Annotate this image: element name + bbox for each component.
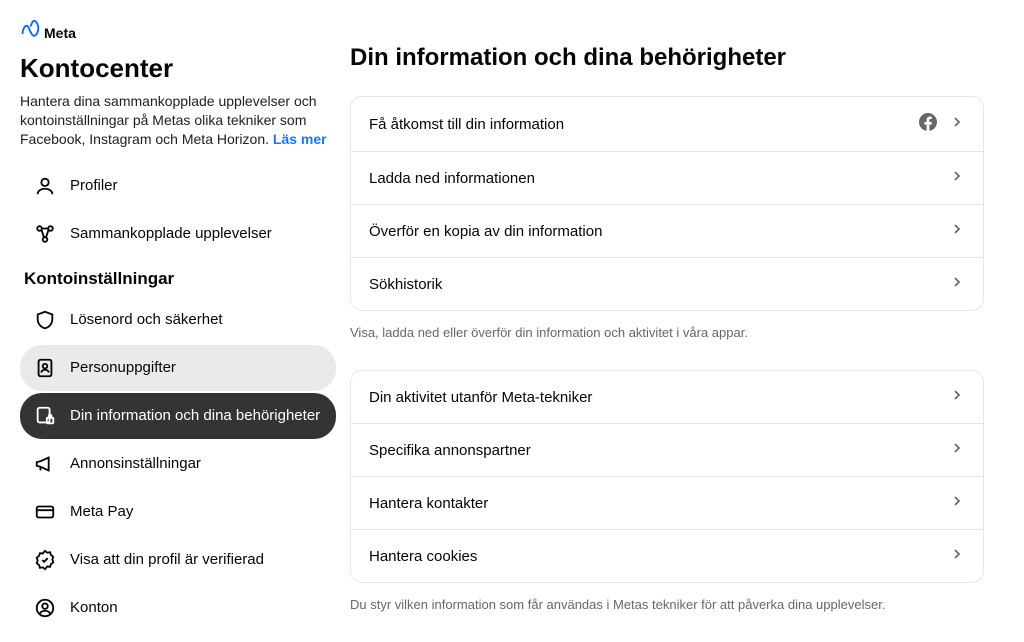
chevron-right-icon <box>949 221 965 241</box>
sidebar-section-account-settings: Kontoinställningar <box>20 259 336 297</box>
chevron-right-icon <box>949 168 965 188</box>
sidebar-item-personal-details[interactable]: Personuppgifter <box>20 345 336 391</box>
connected-icon <box>34 223 56 245</box>
chevron-right-icon <box>949 493 965 513</box>
row-manage-cookies[interactable]: Hantera cookies <box>351 530 983 582</box>
sidebar-item-label: Konton <box>70 599 118 616</box>
row-label: Få åtkomst till din information <box>369 116 564 133</box>
person-circle-icon <box>34 597 56 619</box>
main-content: Din information och dina behörigheter Få… <box>350 0 1024 635</box>
sidebar-title: Kontocenter <box>20 53 336 84</box>
card-activity-control: Din aktivitet utanför Meta-tekniker Spec… <box>350 370 984 583</box>
shield-icon <box>34 309 56 331</box>
row-access-your-information[interactable]: Få åtkomst till din information <box>351 97 983 152</box>
page-title: Din information och dina behörigheter <box>350 44 984 72</box>
sidebar-item-profiles[interactable]: Profiler <box>20 163 336 209</box>
caption-activity-control: Du styr vilken information som får använ… <box>350 583 984 642</box>
row-specific-ad-partners[interactable]: Specifika annonspartner <box>351 424 983 477</box>
chevron-right-icon <box>949 274 965 294</box>
sidebar-item-label: Lösenord och säkerhet <box>70 311 223 328</box>
sidebar-item-connected-experiences[interactable]: Sammankopplade upplevelser <box>20 211 336 257</box>
row-manage-contacts[interactable]: Hantera kontakter <box>351 477 983 530</box>
sidebar-item-label: Personuppgifter <box>70 359 176 376</box>
row-label: Hantera kontakter <box>369 495 488 512</box>
sidebar-item-label: Profiler <box>70 177 118 194</box>
row-label: Sökhistorik <box>369 276 442 293</box>
row-label: Ladda ned informationen <box>369 170 535 187</box>
row-download-information[interactable]: Ladda ned informationen <box>351 152 983 205</box>
chevron-right-icon <box>949 440 965 460</box>
person-icon <box>34 175 56 197</box>
row-label: Hantera cookies <box>369 548 477 565</box>
learn-more-link[interactable]: Läs mer <box>273 131 327 147</box>
credit-card-icon <box>34 501 56 523</box>
document-lock-icon <box>34 405 56 427</box>
row-off-meta-activity[interactable]: Din aktivitet utanför Meta-tekniker <box>351 371 983 424</box>
row-search-history[interactable]: Sökhistorik <box>351 258 983 310</box>
sidebar-item-label: Sammankopplade upplevelser <box>70 225 272 242</box>
id-card-icon <box>34 357 56 379</box>
sidebar-item-password-security[interactable]: Lösenord och säkerhet <box>20 297 336 343</box>
chevron-right-icon <box>949 114 965 134</box>
sidebar-description: Hantera dina sammankopplade upplevelser … <box>20 92 336 149</box>
chevron-right-icon <box>949 387 965 407</box>
facebook-icon <box>919 113 937 135</box>
row-label: Överför en kopia av din information <box>369 223 602 240</box>
row-transfer-copy[interactable]: Överför en kopia av din information <box>351 205 983 258</box>
caption-info-access: Visa, ladda ned eller överför din inform… <box>350 311 984 370</box>
sidebar-item-label: Meta Pay <box>70 503 133 520</box>
sidebar-item-label: Din information och dina behörigheter <box>70 407 320 424</box>
sidebar-item-label: Visa att din profil är verifierad <box>70 551 264 568</box>
row-label: Specifika annonspartner <box>369 442 531 459</box>
sidebar-item-ad-preferences[interactable]: Annonsinställningar <box>20 441 336 487</box>
sidebar-item-verified[interactable]: Visa att din profil är verifierad <box>20 537 336 583</box>
meta-brand: Meta <box>20 20 336 45</box>
row-label: Din aktivitet utanför Meta-tekniker <box>369 389 592 406</box>
meta-brand-text: Meta <box>44 25 76 41</box>
meta-logo-icon <box>20 20 40 45</box>
sidebar-item-your-info-permissions[interactable]: Din information och dina behörigheter <box>20 393 336 439</box>
sidebar: Meta Kontocenter Hantera dina sammankopp… <box>0 0 350 635</box>
chevron-right-icon <box>949 546 965 566</box>
sidebar-nav: Profiler Sammankopplade upplevelser Kont… <box>20 163 336 631</box>
sidebar-item-label: Annonsinställningar <box>70 455 201 472</box>
card-info-access: Få åtkomst till din information Ladda ne… <box>350 96 984 311</box>
megaphone-icon <box>34 453 56 475</box>
sidebar-item-accounts[interactable]: Konton <box>20 585 336 631</box>
sidebar-item-meta-pay[interactable]: Meta Pay <box>20 489 336 535</box>
verified-badge-icon <box>34 549 56 571</box>
